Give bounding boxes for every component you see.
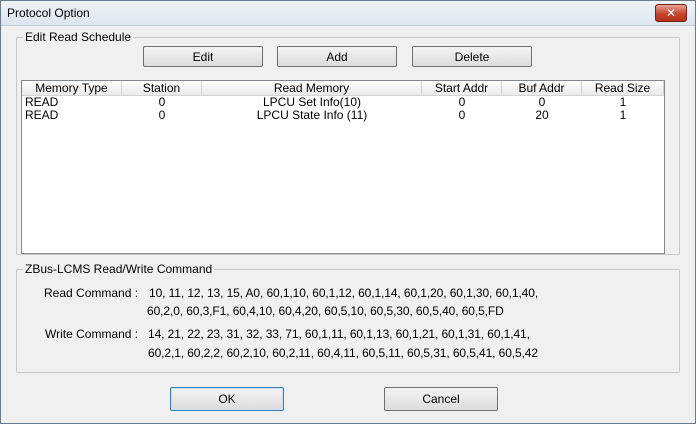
cell-station: 0 <box>158 108 166 122</box>
list-header: Memory Type Station Read Memory Start Ad… <box>22 81 664 96</box>
cancel-button[interactable]: Cancel <box>384 387 498 411</box>
cell-start-addr: 0 <box>458 108 466 122</box>
read-command-line-2: 60,2,0, 60,3,F1, 60,4,10, 60,4,20, 60,5,… <box>147 304 504 318</box>
table-row[interactable]: READ 0 LPCU State Info (11) 0 20 1 <box>22 109 664 122</box>
cell-buf-addr: 20 <box>535 108 549 122</box>
column-header-read-size[interactable]: Read Size <box>582 81 664 95</box>
close-icon: ✕ <box>665 6 677 20</box>
edit-read-schedule-group: Edit Read Schedule Edit Add Delete Memor… <box>16 30 680 255</box>
read-command-line-1: 10, 11, 12, 13, 15, A0, 60,1,10, 60,1,12… <box>149 286 539 300</box>
cell-read-size: 1 <box>619 108 627 122</box>
delete-button[interactable]: Delete <box>412 46 532 67</box>
write-command-line-1: 14, 21, 22, 23, 31, 32, 33, 71, 60,1,11,… <box>148 327 530 341</box>
cell-memory-type: READ <box>25 108 59 122</box>
read-schedule-list[interactable]: Memory Type Station Read Memory Start Ad… <box>21 80 665 254</box>
write-command-label: Write Command : <box>45 327 139 341</box>
protocol-option-dialog: Protocol Option ✕ Edit Read Schedule Edi… <box>0 0 696 424</box>
title-bar: Protocol Option ✕ <box>1 1 695 26</box>
edit-read-schedule-title: Edit Read Schedule <box>23 30 134 44</box>
read-command-label: Read Command : <box>44 286 139 300</box>
column-header-station[interactable]: Station <box>122 81 202 95</box>
cell-read-memory: LPCU State Info (11) <box>256 108 368 122</box>
edit-button[interactable]: Edit <box>143 46 263 67</box>
column-header-read-memory[interactable]: Read Memory <box>202 81 422 95</box>
write-command-line-2: 60,2,1, 60,2,2, 60,2,10, 60,2,11, 60,4,1… <box>148 346 538 360</box>
window-title: Protocol Option <box>7 6 90 20</box>
column-header-memory-type[interactable]: Memory Type <box>22 81 122 95</box>
zbus-command-title: ZBus-LCMS Read/Write Command <box>23 262 215 276</box>
zbus-command-group: ZBus-LCMS Read/Write Command Read Comman… <box>16 262 680 373</box>
column-header-start-addr[interactable]: Start Addr <box>422 81 502 95</box>
column-header-buf-addr[interactable]: Buf Addr <box>502 81 582 95</box>
ok-button[interactable]: OK <box>170 387 284 411</box>
close-button[interactable]: ✕ <box>655 4 687 22</box>
add-button[interactable]: Add <box>277 46 397 67</box>
